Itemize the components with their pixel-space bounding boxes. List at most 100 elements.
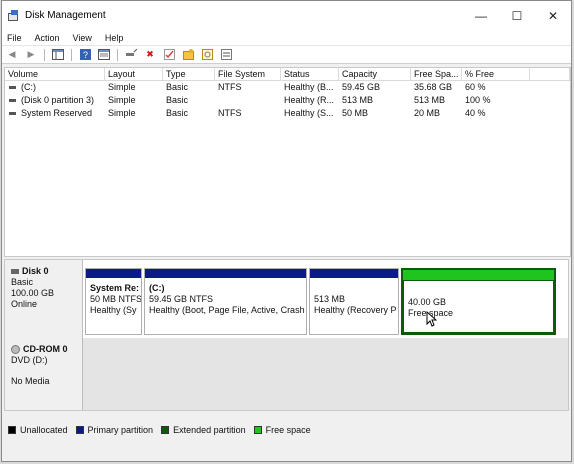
volume-status: Healthy (B... [284,82,334,92]
volume-type: Basic [166,95,189,105]
legend-item: Unallocated [8,425,68,435]
volume-icon [9,99,16,102]
partition-size: 40.00 GB [408,297,447,307]
cdrom-name: CD-ROM 0 [23,344,68,354]
legend-item: Free space [253,424,311,435]
volume-capacity: 50 MB [342,108,369,118]
disk-type: Basic [11,277,34,287]
partition-color-bar [86,269,141,278]
legend-swatch [161,425,170,434]
cdrom-empty-area[interactable] [83,338,568,410]
svg-text:?: ? [83,50,88,60]
column-percent-free[interactable]: % Free [462,68,530,80]
menu-bar: File Action View Help [2,30,571,46]
menu-help[interactable]: Help [105,33,124,43]
legend-label: Extended partition [173,424,246,435]
legend-swatch [75,425,84,434]
cdrom-0-label[interactable]: CD-ROM 0 DVD (D:) No Media [5,338,83,410]
volume-row[interactable]: System Reserved Simple Basic NTFS Health… [5,107,570,120]
mouse-cursor-icon [426,311,437,327]
title-bar: Disk Management — ☐ ✕ [2,1,571,30]
disk-management-app-icon [8,9,20,22]
volume-free-space: 20 MB [414,108,441,118]
column-type[interactable]: Type [163,68,215,80]
volume-free-space: 35.68 GB [414,82,453,92]
menu-view[interactable]: View [73,33,92,43]
toolbar-separator [71,48,72,61]
column-layout[interactable]: Layout [105,68,163,80]
volume-name: (Disk 0 partition 3) [21,95,95,105]
volume-percent-free: 40 % [465,108,486,118]
properties-view-icon[interactable] [98,49,110,61]
partition-size: 59.45 GB NTFS [149,294,214,304]
column-status[interactable]: Status [281,68,339,80]
disk-name: Disk 0 [22,266,49,276]
legend-swatch [8,425,16,434]
column-volume[interactable]: Volume [5,68,105,80]
volume-name: (C:) [21,82,36,92]
partition-status: Healthy (Recovery P [314,305,397,315]
partition-color-bar [145,269,306,278]
cdrom-drive: DVD (D:) [11,355,48,365]
partition-system-reserved[interactable]: System Re: 50 MB NTFS Healthy (Sy [85,268,142,335]
cdrom-media: No Media [11,376,50,386]
partition-color-bar [310,269,398,278]
partition-c-drive[interactable]: (C:) 59.45 GB NTFS Healthy (Boot, Page F… [144,268,307,335]
volume-percent-free: 60 % [465,82,486,92]
column-capacity[interactable]: Capacity [339,68,411,80]
volume-list: Volume Layout Type File System Status Ca… [4,67,571,257]
partition-name [408,289,553,297]
menu-action[interactable]: Action [35,33,60,43]
volume-name: System Reserved [21,108,93,118]
menu-file[interactable]: File [7,33,22,43]
legend-item: Primary partition [75,424,154,435]
partition-size: 50 MB NTFS [90,294,141,304]
maximize-button[interactable]: ☐ [499,1,535,30]
partition-free-space[interactable]: 40.00 GB Free space [401,268,556,335]
toolbar-separator [117,48,118,61]
hard-disk-icon [11,269,19,274]
partition-status: Healthy (Sy [90,305,137,315]
disk-map-pane: Disk 0 Basic 100.00 GB Online System Re:… [4,259,569,411]
toolbar-separator [44,48,45,61]
close-button[interactable]: ✕ [535,1,571,30]
back-icon[interactable]: ◀ [6,49,18,61]
volume-capacity: 59.45 GB [342,82,381,92]
volume-file-system [215,94,281,107]
volume-row[interactable]: (Disk 0 partition 3) Simple Basic Health… [5,94,570,107]
new-folder-icon[interactable] [182,49,194,61]
disk-0-label[interactable]: Disk 0 Basic 100.00 GB Online [5,260,83,338]
connect-drive-icon[interactable] [125,49,137,61]
delete-icon[interactable]: ✖ [144,49,156,61]
partition-recovery[interactable]: 513 MB Healthy (Recovery P [309,268,399,335]
legend-label: Primary partition [87,424,154,435]
cdrom-row: CD-ROM 0 DVD (D:) No Media [5,338,568,410]
volume-row[interactable]: (C:) Simple Basic NTFS Healthy (B... 59.… [5,81,570,94]
volume-type: Basic [166,82,189,92]
volume-list-header: Volume Layout Type File System Status Ca… [5,68,570,81]
check-disk-icon[interactable] [163,49,175,61]
column-free-space[interactable]: Free Spa... [411,68,462,80]
partition-color-bar [403,270,554,280]
legend-swatch [253,425,262,434]
partition-name: System Re: [90,283,140,293]
volume-layout: Simple [108,108,136,118]
legend-label: Free space [265,424,311,435]
volume-file-system: NTFS [218,82,242,92]
legend: Unallocated Primary partition Extended p… [4,421,569,438]
rescan-disks-icon[interactable] [201,49,213,61]
partition-size: 513 MB [314,294,346,304]
minimize-button[interactable]: — [463,1,499,30]
volume-status: Healthy (R... [284,95,335,105]
help-icon[interactable]: ? [79,49,91,61]
legend-label: Unallocated [20,424,68,435]
list-view-icon[interactable] [220,49,232,61]
disk-size: 100.00 GB [11,288,55,298]
show-hide-console-tree-icon[interactable] [52,49,64,61]
column-file-system[interactable]: File System [215,68,281,80]
column-filler [530,68,570,80]
disk-management-window: Disk Management — ☐ ✕ File Action View H… [1,0,572,462]
forward-icon[interactable]: ▶ [25,49,37,61]
disk-row: Disk 0 Basic 100.00 GB Online System Re:… [5,260,568,338]
volume-icon [9,86,16,89]
